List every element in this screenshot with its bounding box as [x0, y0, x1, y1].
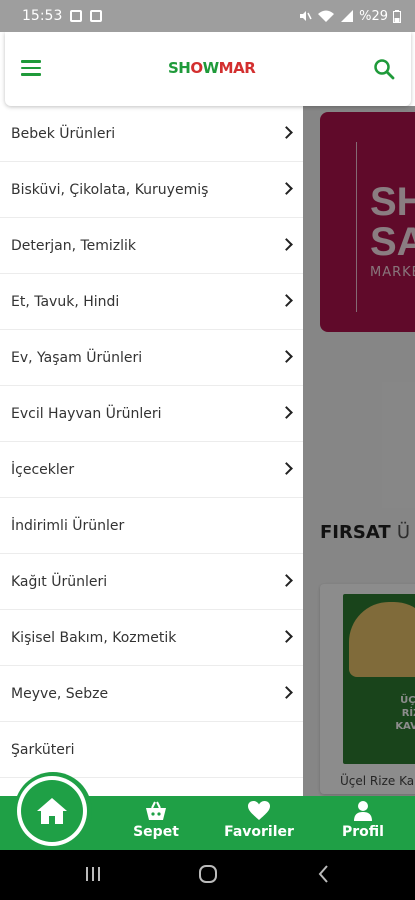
home-button[interactable]: [17, 776, 87, 846]
category-item-indirimli[interactable]: İndirimli Ürünler: [0, 498, 303, 554]
category-item-biskuvi[interactable]: Bisküvi, Çikolata, Kuruyemiş: [0, 162, 303, 218]
status-bar: 15:53 %29: [0, 0, 415, 32]
mute-icon: [300, 11, 312, 21]
chevron-right-icon: [280, 182, 293, 195]
chevron-right-icon: [280, 686, 293, 699]
chevron-right-icon: [280, 630, 293, 643]
category-drawer: Bebek Ürünleri Bisküvi, Çikolata, Kuruye…: [0, 106, 303, 796]
home-icon: [37, 798, 67, 824]
chevron-right-icon: [280, 350, 293, 363]
category-item-et[interactable]: Et, Tavuk, Hindi: [0, 274, 303, 330]
category-item-deterjan[interactable]: Deterjan, Temizlik: [0, 218, 303, 274]
chevron-right-icon: [280, 126, 293, 139]
back-icon[interactable]: [316, 864, 332, 884]
wifi-icon: [318, 10, 335, 22]
shopping-basket-icon: [146, 801, 166, 820]
battery-icon: [393, 9, 401, 23]
nav-favorites-label: Favoriler: [224, 824, 294, 840]
nav-profile-label: Profil: [342, 824, 384, 840]
menu-icon[interactable]: [21, 60, 41, 76]
gallery-icon: [70, 10, 83, 22]
signal-icon: [341, 10, 354, 22]
category-item-kisisel-bakim[interactable]: Kişisel Bakım, Kozmetik: [0, 610, 303, 666]
category-item-sarkuteri[interactable]: Şarküteri: [0, 722, 303, 778]
app-header: SHOWMAR: [5, 32, 411, 106]
category-item-icecekler[interactable]: İçecekler: [0, 442, 303, 498]
nav-cart-label: Sepet: [133, 824, 179, 840]
chevron-right-icon: [280, 406, 293, 419]
heart-icon: [248, 801, 270, 820]
category-item-meyve-sebze[interactable]: Meyve, Sebze: [0, 666, 303, 722]
category-item-kagit[interactable]: Kağıt Ürünleri: [0, 554, 303, 610]
brand-logo[interactable]: SHOWMAR: [168, 59, 256, 77]
check-icon: [90, 10, 103, 22]
user-icon: [354, 801, 372, 821]
nav-cart[interactable]: Sepet: [116, 800, 196, 844]
system-nav-bar: [0, 850, 415, 900]
recent-apps-icon[interactable]: [84, 864, 102, 884]
category-item-bebek[interactable]: Bebek Ürünleri: [0, 106, 303, 162]
nav-profile[interactable]: Profil: [323, 800, 403, 844]
status-time: 15:53: [22, 8, 63, 24]
battery-level: %29: [359, 8, 388, 24]
drawer-scrim[interactable]: [303, 106, 415, 796]
chevron-right-icon: [280, 462, 293, 475]
nav-favorites[interactable]: Favoriler: [219, 800, 299, 844]
search-icon[interactable]: [373, 58, 395, 80]
chevron-right-icon: [280, 238, 293, 251]
chevron-right-icon: [280, 574, 293, 587]
home-system-icon[interactable]: [198, 864, 218, 884]
chevron-right-icon: [280, 294, 293, 307]
category-item-ev-yasam[interactable]: Ev, Yaşam Ürünleri: [0, 330, 303, 386]
category-item-evcil-hayvan[interactable]: Evcil Hayvan Ürünleri: [0, 386, 303, 442]
